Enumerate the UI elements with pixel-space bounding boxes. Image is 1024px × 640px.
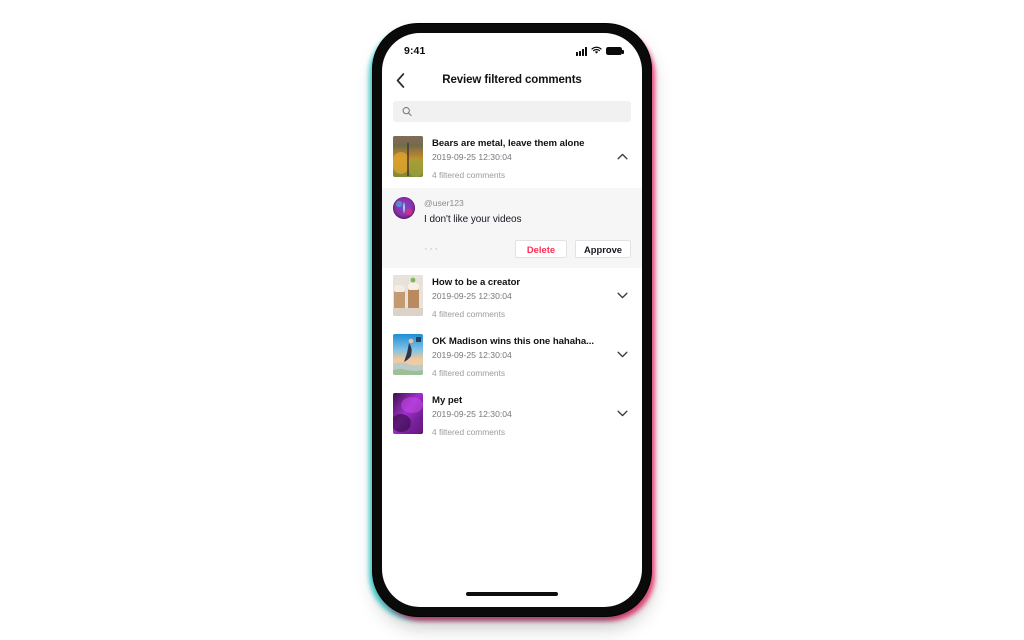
filtered-comment-count: 4 filtered comments [432,309,506,319]
phone-screen: 9:41 Review filtered comments Bears are … [382,33,642,607]
video-info: OK Madison wins this one hahaha... 2019-… [432,334,604,379]
comment-username[interactable]: @user123 [424,197,631,209]
video-date: 2019-09-25 12:30:04 [432,409,512,419]
filtered-video-list: Bears are metal, leave them alone 2019-0… [382,129,642,581]
approve-button[interactable]: Approve [574,240,631,258]
home-indicator-area [382,581,642,607]
video-info: How to be a creator 2019-09-25 12:30:04 … [432,275,604,320]
filtered-comment-count: 4 filtered comments [432,427,506,437]
video-row[interactable]: My pet 2019-09-25 12:30:04 4 filtered co… [382,386,642,445]
delete-button[interactable]: Delete [514,240,567,258]
expand-toggle[interactable] [613,275,631,316]
video-row[interactable]: How to be a creator 2019-09-25 12:30:04 … [382,268,642,327]
status-bar-indicators [576,42,624,60]
battery-full-icon [606,47,624,55]
video-row[interactable]: OK Madison wins this one hahaha... 2019-… [382,327,642,386]
video-title: OK Madison wins this one hahaha... [432,336,594,347]
purple-smoke-thumbnail [393,393,423,434]
more-options-icon[interactable]: ··· [424,244,507,255]
chevron-left-icon [396,72,405,88]
page-title: Review filtered comments [442,74,582,86]
collapse-toggle[interactable] [613,136,631,177]
comment-text: I don't like your videos [424,214,522,225]
home-indicator[interactable] [466,592,558,596]
wifi-icon [591,42,602,60]
back-button[interactable] [396,69,416,91]
comment-content: @user123 I don't like your videos [424,197,631,227]
chevron-down-icon [616,292,628,299]
beach-sunset-thumbnail [393,334,423,375]
status-bar: 9:41 [382,33,642,63]
chevron-down-icon [616,410,628,417]
video-info: Bears are metal, leave them alone 2019-0… [432,136,604,181]
autumn-forest-thumbnail [393,136,423,177]
iced-coffee-thumbnail [393,275,423,316]
screenshot-canvas: 9:41 Review filtered comments Bears are … [0,0,1024,640]
comment-action-bar: ··· Delete Approve [393,240,631,258]
video-date: 2019-09-25 12:30:04 [432,291,512,301]
status-bar-time: 9:41 [404,45,426,57]
video-date: 2019-09-25 12:30:04 [432,350,512,360]
comment-header: @user123 I don't like your videos [393,197,631,227]
filtered-comment-count: 4 filtered comments [432,368,506,378]
filtered-comment-panel: @user123 I don't like your videos ··· De… [382,188,642,268]
video-title: How to be a creator [432,277,521,288]
avatar[interactable] [393,197,415,219]
search-icon [402,107,412,117]
expand-toggle[interactable] [613,393,631,434]
chevron-up-icon [616,153,628,160]
expand-toggle[interactable] [613,334,631,375]
video-date: 2019-09-25 12:30:04 [432,152,512,162]
cellular-signal-icon [576,46,587,56]
phone-mockup: 9:41 Review filtered comments Bears are … [369,24,655,628]
search-input[interactable] [419,106,622,117]
navigation-bar: Review filtered comments [382,63,642,97]
video-row[interactable]: Bears are metal, leave them alone 2019-0… [382,129,642,188]
video-title: Bears are metal, leave them alone [432,138,585,149]
search-bar[interactable] [393,101,631,122]
filtered-comment-count: 4 filtered comments [432,170,506,180]
video-title: My pet [432,395,463,406]
chevron-down-icon [616,351,628,358]
search-bar-container [382,97,642,129]
video-info: My pet 2019-09-25 12:30:04 4 filtered co… [432,393,604,438]
